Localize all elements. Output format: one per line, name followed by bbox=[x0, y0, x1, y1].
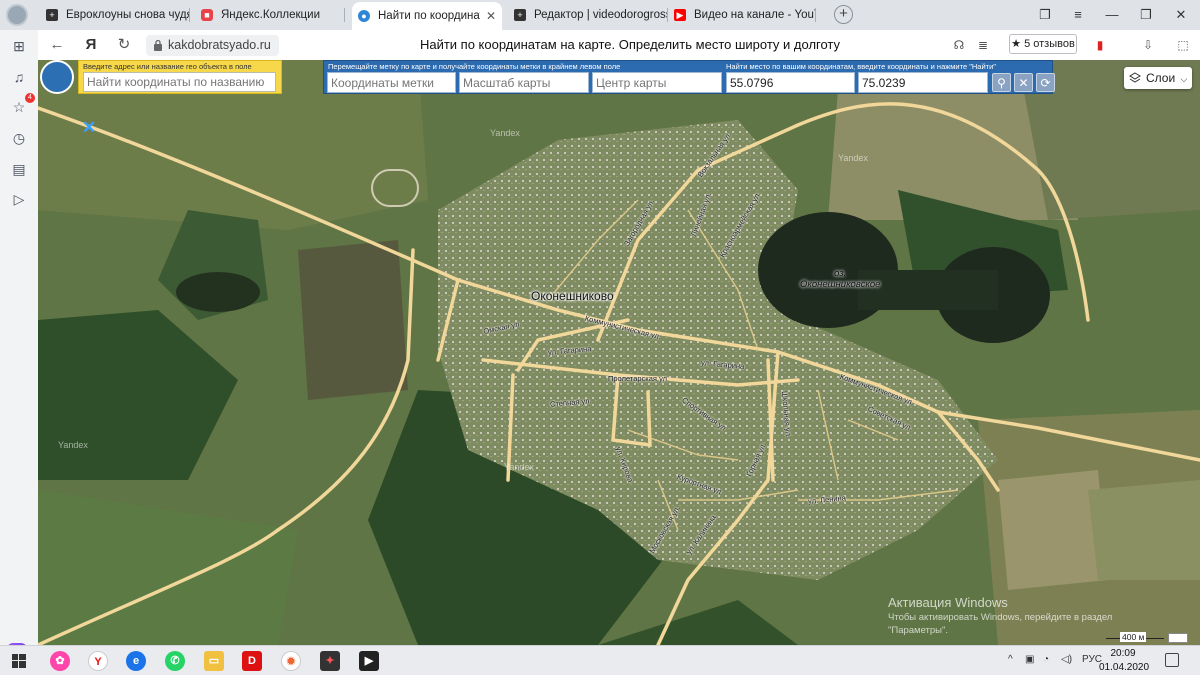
street-label: Пролетарская ул. bbox=[608, 374, 670, 383]
edge-icon[interactable]: e bbox=[126, 651, 146, 671]
windows-activation-watermark: Активация Windows Чтобы активировать Win… bbox=[888, 595, 1113, 636]
yandex-logo-icon[interactable]: Я bbox=[80, 34, 102, 56]
plus-icon: + bbox=[46, 9, 58, 21]
tab-label: Видео на канале - YouTub bbox=[694, 9, 816, 21]
tab-bar: + Евроклоуны снова чудят | ■ Яндекс.Колл… bbox=[0, 0, 1200, 30]
tab-evroklouny[interactable]: + Евроклоуны снова чудят | bbox=[40, 4, 190, 26]
chevron-down-icon: ⌵ bbox=[1180, 74, 1188, 84]
reader-mode-icon[interactable]: ≣ bbox=[975, 37, 991, 53]
coordinates-panel: Перемещайте метку по карте и получайте к… bbox=[323, 60, 1055, 94]
photos-icon[interactable]: ✹ bbox=[281, 651, 301, 671]
windows-start-icon[interactable] bbox=[12, 654, 26, 668]
geo-search-box: Введите адрес или название гео объекта в… bbox=[78, 60, 282, 94]
play-icon[interactable]: ▷ bbox=[10, 190, 28, 208]
app-icon[interactable]: ✿ bbox=[50, 651, 70, 671]
tab-youtube[interactable]: ▶ Видео на канале - YouTub bbox=[668, 4, 816, 26]
map-scale-bar: 400 м bbox=[1106, 632, 1164, 644]
notifications-icon[interactable] bbox=[1165, 653, 1179, 667]
reload-icon[interactable]: ↻ bbox=[113, 34, 135, 56]
reviews-button[interactable]: ★ 5 отзывов bbox=[1009, 34, 1077, 54]
lake-label: оз. Оконешниковское bbox=[800, 268, 881, 290]
satellite-map[interactable]: Оконешниково оз. Оконешниковское Коммуни… bbox=[38, 60, 1200, 645]
layers-icon bbox=[1129, 72, 1141, 83]
layers-button[interactable]: Слои ⌵ bbox=[1124, 67, 1192, 89]
find-hint: Найти место по вашим координатам, введит… bbox=[726, 62, 996, 71]
map-center-input[interactable] bbox=[592, 72, 722, 93]
refresh-icon[interactable]: ⟳ bbox=[1036, 73, 1055, 92]
profile-avatar[interactable] bbox=[6, 4, 28, 26]
tab-label: Яндекс.Коллекции bbox=[221, 9, 320, 21]
video-editor-icon[interactable]: D bbox=[242, 651, 262, 671]
marker-hint: Перемещайте метку по карте и получайте к… bbox=[328, 62, 621, 71]
marker-cross-icon[interactable]: ✕ bbox=[82, 118, 96, 138]
clear-icon[interactable]: ✕ bbox=[1014, 73, 1033, 92]
media-player-icon[interactable]: ▶ bbox=[359, 651, 379, 671]
minimize-icon[interactable]: — bbox=[1097, 4, 1127, 26]
tab-label: Найти по координатам bbox=[378, 10, 480, 22]
youtube-icon: ▶ bbox=[674, 9, 686, 21]
notes-icon[interactable]: ▤ bbox=[10, 160, 28, 178]
town-label: Оконешниково bbox=[531, 289, 614, 303]
restore-icon[interactable]: ❐ bbox=[1131, 4, 1161, 26]
collections-icon: ■ bbox=[201, 9, 213, 21]
whatsapp-icon[interactable]: ✆ bbox=[165, 651, 185, 671]
window-close-icon[interactable]: ✕ bbox=[1166, 4, 1196, 26]
longitude-input[interactable] bbox=[858, 72, 988, 93]
yandex-watermark: Yandex bbox=[504, 462, 534, 472]
site-logo[interactable] bbox=[40, 60, 74, 94]
close-icon[interactable]: ✕ bbox=[486, 9, 496, 23]
download-icon[interactable]: ⇩ bbox=[1140, 37, 1156, 53]
url-field[interactable]: kakdobratsyado.ru bbox=[146, 35, 279, 56]
bell-icon[interactable]: ♫ bbox=[10, 68, 28, 86]
new-tab-button[interactable]: + bbox=[834, 5, 853, 24]
ruler-icon[interactable] bbox=[1168, 633, 1188, 643]
capture-icon[interactable]: ✦ bbox=[320, 651, 340, 671]
volume-icon[interactable]: ◁) bbox=[1061, 654, 1072, 665]
tab-editor[interactable]: + Редактор | videodorogross bbox=[508, 4, 668, 26]
tab-label: Евроклоуны снова чудят | bbox=[66, 9, 190, 21]
map-imagery bbox=[38, 60, 1200, 645]
globe-icon: ● bbox=[358, 10, 370, 22]
tray-app-icon[interactable]: ▣ bbox=[1025, 654, 1034, 665]
marker-coords-input[interactable] bbox=[327, 72, 456, 93]
windows-taskbar: ✿ Y e ✆ ▭ D ✹ ✦ ▶ ^ ▣ ◔ ◁) РУС 20:09 01.… bbox=[0, 645, 1200, 675]
file-explorer-icon[interactable]: ▭ bbox=[204, 651, 224, 671]
map-scale-input[interactable] bbox=[459, 72, 589, 93]
yandex-watermark: Yandex bbox=[490, 128, 520, 138]
latitude-input[interactable] bbox=[726, 72, 855, 93]
tab-label: Редактор | videodorogross bbox=[534, 9, 668, 21]
extensions-icon[interactable]: ⬚ bbox=[1175, 37, 1191, 53]
star-icon[interactable]: ☆ bbox=[10, 98, 28, 116]
menu-icon[interactable]: ≡ bbox=[1063, 4, 1093, 26]
bookmark-icon[interactable]: ▮ bbox=[1092, 37, 1108, 53]
system-clock[interactable]: 20:09 01.04.2020 bbox=[1099, 647, 1149, 675]
tab-yandex-collections[interactable]: ■ Яндекс.Коллекции bbox=[195, 4, 345, 26]
chevron-up-icon[interactable]: ^ bbox=[1008, 654, 1013, 665]
plus-icon: + bbox=[514, 9, 526, 21]
network-icon[interactable]: ◔ bbox=[1043, 654, 1049, 665]
geo-search-input[interactable] bbox=[83, 72, 276, 92]
back-arrow-icon[interactable]: ← bbox=[46, 34, 68, 56]
yandex-sidebar: ⊞ ♫ 4 ☆ ◷ ▤ ▷ bbox=[0, 30, 38, 663]
page-title: Найти по координатам на карте. Определит… bbox=[419, 37, 841, 52]
grid-icon[interactable]: ⊞ bbox=[10, 37, 28, 55]
headphones-icon[interactable]: ☊ bbox=[951, 37, 967, 53]
history-icon[interactable]: ◷ bbox=[10, 129, 28, 147]
lock-icon bbox=[154, 39, 162, 51]
address-bar: ← Я ↻ kakdobratsyado.ru Найти по координ… bbox=[0, 30, 1200, 60]
tabs-manager-icon[interactable]: ❐ bbox=[1030, 4, 1060, 26]
search-icon[interactable]: ⚲ bbox=[992, 73, 1011, 92]
tab-find-coordinates[interactable]: ● Найти по координатам ✕ bbox=[352, 2, 502, 30]
star-icon: ★ bbox=[1011, 38, 1022, 50]
yandex-watermark: Yandex bbox=[838, 153, 868, 163]
yandex-watermark: Yandex bbox=[58, 440, 88, 450]
geo-search-hint: Введите адрес или название гео объекта в… bbox=[83, 62, 252, 71]
yandex-browser-icon[interactable]: Y bbox=[88, 651, 108, 671]
